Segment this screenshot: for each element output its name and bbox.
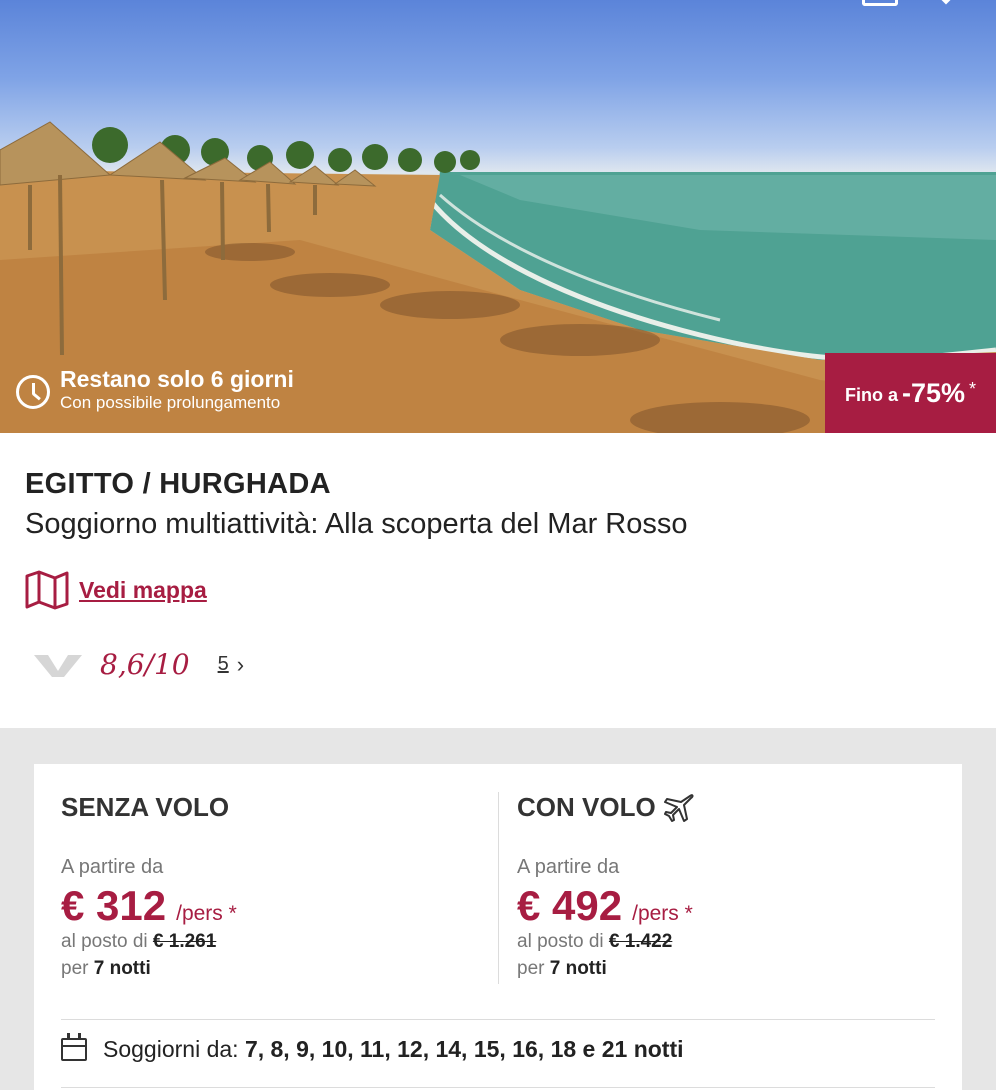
old-price-row: al posto di € 1.261 [61,931,216,953]
with-flight-heading-row: CON VOLO [517,792,694,823]
offer-title: Soggiorno multiattività: Alla scoperta d… [25,508,688,540]
per-label: per [517,958,545,979]
favorite-icon[interactable] [936,0,956,6]
nights-row: per 7 notti [61,958,151,980]
per-label: per [61,958,89,979]
price-card: SENZA VOLO A partire da € 312 /pers * al… [34,764,962,1090]
remaining-subtitle: Con possibile prolungamento [60,393,281,412]
price-row: € 492 /pers * [517,882,693,930]
stay-lengths: Soggiorni da: 7, 8, 9, 10, 11, 12, 14, 1… [61,1033,684,1063]
price: € 492 [517,882,623,929]
rating-logo-icon [34,654,82,677]
location: EGITTO / HURGHADA [25,468,331,500]
stays-label: Soggiorni da: [103,1036,239,1062]
remaining-title: Restano solo 6 giorni [60,366,294,392]
stays-values: 7, 8, 9, 10, 11, 12, 14, 15, 16, 18 e 21… [244,1036,684,1062]
instead-label: al posto di [517,931,604,952]
discount-label: Fino a [844,384,898,405]
view-map-label[interactable]: Vedi mappa [79,577,207,604]
reviews-count[interactable]: 5 [218,653,229,676]
without-flight-heading: SENZA VOLO [61,792,230,822]
per-person: /pers * [176,902,237,925]
old-price: € 1.422 [608,931,673,952]
separator [61,1019,935,1020]
clock-icon [16,375,50,409]
calendar-icon [61,1033,87,1061]
per-person: /pers * [632,902,693,925]
nights: 7 notti [549,958,607,979]
chevron-right-icon[interactable]: › [237,652,244,678]
rating[interactable]: 8,6/10 5 › [34,648,244,681]
plane-icon [663,793,694,822]
view-map-link[interactable]: Vedi mappa [25,570,207,610]
from-label: A partire da [517,856,620,878]
old-price-row: al posto di € 1.422 [517,931,672,953]
rating-score: 8,6/10 [100,648,190,681]
price: € 312 [61,882,167,929]
remaining-days-banner: Restano solo 6 giorni Con possibile prol… [16,365,294,413]
old-price: € 1.261 [152,931,217,952]
nights-row: per 7 notti [517,958,607,980]
hero-top-actions [862,0,956,6]
hero-image[interactable]: Restano solo 6 giorni Con possibile prol… [0,0,996,433]
map-icon [25,570,69,610]
separator [61,1087,935,1088]
discount-star: * [969,378,977,399]
with-flight-heading: CON VOLO [517,792,656,822]
price-row: € 312 /pers * [61,882,237,930]
instead-label: al posto di [61,931,148,952]
discount-badge: Fino a -75% * [825,353,996,433]
from-label: A partire da [61,856,164,878]
discount-value: -75% [901,377,965,408]
nights: 7 notti [93,958,151,979]
column-divider [498,792,499,984]
share-icon[interactable] [862,0,898,6]
